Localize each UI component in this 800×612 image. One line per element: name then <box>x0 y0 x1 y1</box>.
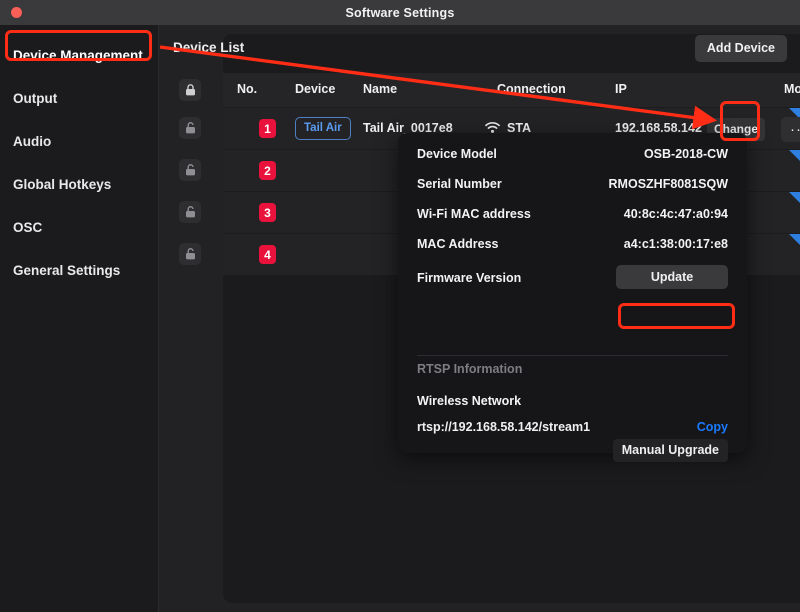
firmware-version-label: Firmware Version <box>417 271 522 285</box>
wireless-network-label: Wireless Network <box>417 394 522 408</box>
copy-button[interactable]: Copy <box>697 420 728 434</box>
table-header-row: No. Device Name Connection IP More <box>223 73 800 107</box>
column-header-device: Device <box>295 82 336 96</box>
sidebar-item-label: Device Management <box>13 48 143 63</box>
page-title: Device List <box>173 40 245 55</box>
padlock-locked-icon[interactable] <box>179 79 201 101</box>
sidebar: Device Management Output Audio Global Ho… <box>0 25 159 612</box>
popup-divider <box>417 355 728 356</box>
row-lock-cell <box>159 233 221 275</box>
sidebar-item-label: General Settings <box>13 263 121 278</box>
padlock-unlocked-icon[interactable] <box>179 243 201 265</box>
add-device-button[interactable]: Add Device <box>694 35 787 62</box>
row-number-badge: 2 <box>259 161 276 180</box>
sidebar-item-general-settings[interactable]: General Settings <box>0 249 158 292</box>
padlock-unlocked-icon[interactable] <box>179 201 201 223</box>
sidebar-item-label: Audio <box>13 134 52 149</box>
sidebar-item-audio[interactable]: Audio <box>0 120 158 163</box>
sidebar-item-osc[interactable]: OSC <box>0 206 158 249</box>
mac-address-label: MAC Address <box>417 237 499 251</box>
row-lock-cell <box>159 191 221 233</box>
sidebar-item-label: Output <box>13 91 58 106</box>
column-header-ip: IP <box>615 82 627 96</box>
more-options-button[interactable]: ··· <box>781 117 800 142</box>
sidebar-item-output[interactable]: Output <box>0 77 158 120</box>
device-model-value: OSB-2018-CW <box>643 147 728 161</box>
device-model-label: Device Model <box>417 147 497 161</box>
row-number-badge: 3 <box>259 203 276 222</box>
rtsp-url: rtsp://192.168.58.142/stream1 <box>417 420 591 434</box>
column-header-connection: Connection <box>497 82 566 96</box>
padlock-unlocked-icon[interactable] <box>179 117 201 139</box>
sidebar-item-global-hotkeys[interactable]: Global Hotkeys <box>0 163 158 206</box>
sidebar-item-label: OSC <box>13 220 43 235</box>
settings-window: Software Settings Device Management Outp… <box>0 0 800 612</box>
column-header-no: No. <box>237 82 258 96</box>
row-corner-marker-icon <box>789 192 800 203</box>
title-bar: Software Settings <box>0 0 800 25</box>
serial-number-label: Serial Number <box>417 177 502 191</box>
mac-address-value: a4:c1:38:00:17:e8 <box>623 237 728 251</box>
wifi-mac-value: 40:8c:4c:47:a0:94 <box>623 207 728 221</box>
column-header-more: More <box>784 82 800 96</box>
row-number-badge: 4 <box>259 245 276 264</box>
device-type-badge[interactable]: Tail Air <box>295 117 351 140</box>
row-corner-marker-icon <box>789 234 800 245</box>
update-button[interactable]: Update <box>616 265 728 289</box>
device-info-popup: Device Model OSB-2018-CW Serial Number R… <box>398 133 747 462</box>
column-header-name: Name <box>363 82 398 96</box>
row-corner-marker-icon <box>789 150 800 161</box>
row-lock-cell <box>159 107 221 149</box>
wifi-mac-label: Wi-Fi MAC address <box>417 207 531 221</box>
sidebar-item-device-management[interactable]: Device Management <box>0 34 158 77</box>
sidebar-item-label: Global Hotkeys <box>13 177 112 192</box>
window-title: Software Settings <box>345 5 455 20</box>
serial-number-value: RMOSZHF8081SQW <box>608 177 728 191</box>
close-dot-icon[interactable] <box>11 7 22 18</box>
manual-upgrade-button[interactable]: Manual Upgrade <box>612 439 728 462</box>
rtsp-section-label: RTSP Information <box>417 362 523 376</box>
row-lock-cell <box>159 149 221 191</box>
table-header-lock-cell <box>159 73 221 107</box>
padlock-unlocked-icon[interactable] <box>179 159 201 181</box>
row-number-badge: 1 <box>259 119 276 138</box>
